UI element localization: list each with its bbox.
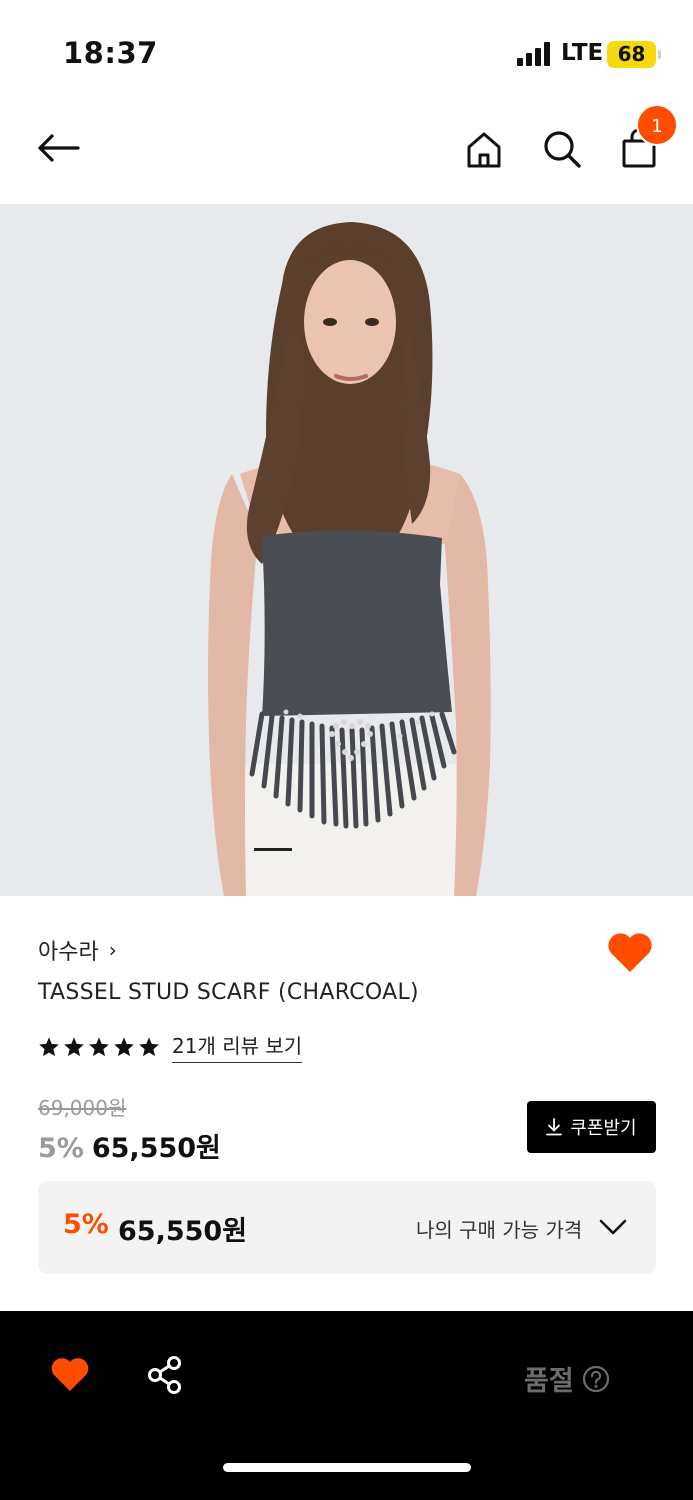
review-link[interactable]: 21개 리뷰 보기 [172, 1030, 303, 1063]
battery-icon: 68 [607, 41, 661, 68]
brand-name: 아수라 [38, 940, 99, 965]
product-photo [0, 204, 693, 896]
original-price: 69,000원 [38, 1096, 127, 1120]
sale-price: 65,550원 [91, 1133, 221, 1164]
search-icon [544, 131, 581, 168]
sale-price-row: 5% 65,550원 [38, 1126, 221, 1165]
signal-icon [517, 42, 550, 66]
back-arrow-icon [38, 134, 80, 162]
status-time: 18:37 [63, 36, 158, 70]
back-button[interactable] [30, 126, 86, 170]
rating-row: 21개 리뷰 보기 [38, 1030, 303, 1063]
product-title: TASSEL STUD SCARF (CHARCOAL) [38, 980, 419, 1005]
status-bar: 18:37 LTE 68 [0, 0, 693, 100]
share-icon[interactable] [146, 1355, 184, 1395]
discount-percent: 5% [38, 1133, 84, 1164]
carousel-indicator [254, 848, 292, 851]
my-price-dropdown[interactable]: 5% 65,550원 나의 구매 가능 가격 [38, 1181, 656, 1274]
bottom-action-bar: 품절 [0, 1311, 693, 1500]
wishlist-heart-icon[interactable] [606, 930, 654, 974]
star-icon [114, 1036, 134, 1056]
soldout-label: 품절 [524, 1366, 574, 1397]
product-image-carousel[interactable] [0, 204, 693, 896]
coupon-label: 쿠폰받기 [570, 1118, 637, 1139]
star-icon [39, 1036, 59, 1056]
help-icon[interactable] [582, 1365, 610, 1393]
network-label: LTE [561, 40, 604, 66]
star-icon [139, 1036, 159, 1056]
star-rating [38, 1036, 160, 1058]
top-nav: 1 [0, 100, 693, 204]
coupon-button[interactable]: 쿠폰받기 [527, 1101, 656, 1153]
search-button[interactable] [537, 124, 587, 174]
home-icon [467, 132, 501, 168]
home-button[interactable] [460, 126, 508, 174]
home-indicator [223, 1463, 471, 1472]
chevron-right-icon: › [108, 938, 117, 962]
brand-link[interactable]: 아수라 › [38, 934, 117, 966]
star-icon [89, 1036, 109, 1056]
star-icon [64, 1036, 84, 1056]
chevron-down-icon [599, 1219, 627, 1235]
my-price-value: 65,550원 [118, 1216, 248, 1247]
my-price-discount: 5% [63, 1209, 109, 1240]
my-price-label: 나의 구매 가능 가격 [416, 1218, 583, 1242]
heart-icon[interactable] [50, 1355, 90, 1393]
cart-count-badge: 1 [636, 104, 678, 146]
soldout-status: 품절 [524, 1359, 610, 1398]
download-icon [546, 1118, 563, 1136]
